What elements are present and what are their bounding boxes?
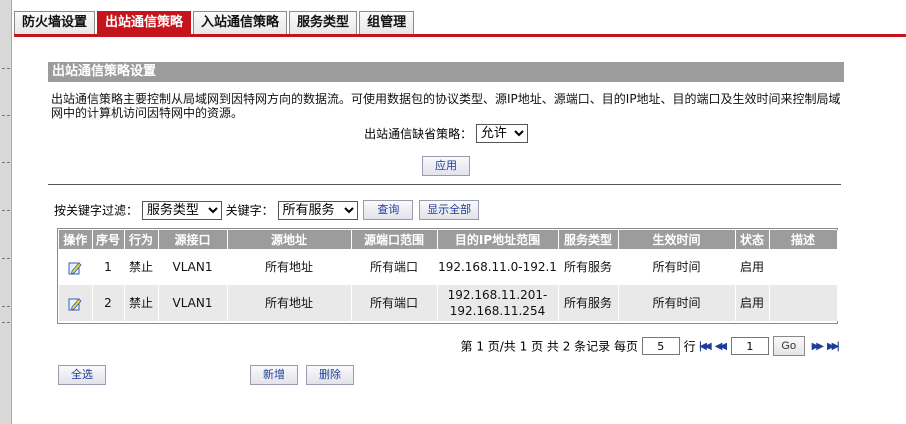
delete-button[interactable]: 删除 <box>306 365 354 385</box>
tab-bar: 防火墙设置 出站通信策略 入站通信策略 服务类型 组管理 <box>14 11 416 35</box>
policy-table: 操作 序号 行为 源接口 源地址 源端口范围 目的IP地址范围 服务类型 生效时… <box>59 230 838 321</box>
first-page-icon[interactable]: |◀◀ <box>699 341 712 352</box>
tab-underline <box>14 34 906 37</box>
tab-inbound-policy[interactable]: 入站通信策略 <box>193 11 288 34</box>
operation-cell <box>59 285 93 321</box>
table-header-row: 操作 序号 行为 源接口 源地址 源端口范围 目的IP地址范围 服务类型 生效时… <box>59 230 838 249</box>
frame-divider <box>2 162 10 163</box>
col-header-index: 序号 <box>92 230 125 249</box>
frame-divider <box>2 258 10 259</box>
add-button[interactable]: 新增 <box>250 365 298 385</box>
index-cell: 1 <box>92 249 125 285</box>
source-port-cell: 所有端口 <box>351 249 438 285</box>
left-frame-strip <box>0 0 12 424</box>
dest-ip-cell: 192.168.11.201- 192.168.11.254 <box>437 285 559 321</box>
description-cell <box>769 285 838 321</box>
default-policy-row: 出站通信缺省策略： 允许 <box>48 124 844 143</box>
section-description: 出站通信策略主要控制从局域网到因特网方向的数据流。可使用数据包的协议类型、源IP… <box>51 92 841 120</box>
frame-divider <box>2 322 10 323</box>
keyword-label: 关键字： <box>225 203 274 218</box>
edit-icon[interactable] <box>68 261 82 275</box>
action-cell: 禁止 <box>124 249 159 285</box>
edit-icon[interactable] <box>68 297 82 311</box>
col-header-status: 状态 <box>735 230 770 249</box>
tab-outbound-policy[interactable]: 出站通信策略 <box>97 11 192 35</box>
service-type-cell: 所有服务 <box>558 249 619 285</box>
section-title: 出站通信策略设置 <box>48 62 844 82</box>
frame-divider <box>2 115 10 116</box>
col-header-source-address: 源地址 <box>227 230 352 249</box>
service-type-cell: 所有服务 <box>558 285 619 321</box>
schedule-cell: 所有时间 <box>618 285 736 321</box>
filter-label: 按关键字过滤： <box>54 203 139 218</box>
col-header-operation: 操作 <box>59 230 93 249</box>
table-row: 1 禁止 VLAN1 所有地址 所有端口 192.168.11.0-192.1 … <box>59 249 838 285</box>
show-all-button[interactable]: 显示全部 <box>419 200 480 220</box>
frame-divider <box>2 306 10 307</box>
table-row: 2 禁止 VLAN1 所有地址 所有端口 192.168.11.201- 192… <box>59 285 838 321</box>
pagination-bar: 第 1 页/共 1 页 共 2 条记录 每页 行|◀◀◀◀ Go ▶▶▶▶| <box>460 336 840 356</box>
col-header-source-port: 源端口范围 <box>351 230 438 249</box>
source-port-cell: 所有端口 <box>351 285 438 321</box>
col-header-dest-ip: 目的IP地址范围 <box>437 230 559 249</box>
prev-page-icon[interactable]: ◀◀ <box>715 341 728 352</box>
apply-button[interactable]: 应用 <box>422 156 470 176</box>
per-page-unit: 行 <box>683 339 696 354</box>
col-header-description: 描述 <box>769 230 838 249</box>
main-content: 出站通信策略设置 出站通信策略主要控制从局域网到因特网方向的数据流。可使用数据包… <box>48 62 844 385</box>
keyword-select[interactable]: 所有服务 <box>277 200 358 220</box>
operation-cell <box>59 249 93 285</box>
frame-divider <box>2 210 10 211</box>
per-page-input[interactable] <box>641 337 680 355</box>
schedule-cell: 所有时间 <box>618 249 736 285</box>
filter-type-select[interactable]: 服务类型 <box>141 200 222 220</box>
frame-divider <box>2 68 10 69</box>
col-header-schedule: 生效时间 <box>618 230 736 249</box>
index-cell: 2 <box>92 285 125 321</box>
apply-row: 应用 <box>48 156 844 176</box>
dest-ip-cell: 192.168.11.0-192.1 <box>437 249 559 285</box>
page-number-input[interactable] <box>730 337 769 355</box>
tab-group-management[interactable]: 组管理 <box>359 11 415 34</box>
go-button[interactable]: Go <box>772 336 805 356</box>
pagination-summary: 第 1 页/共 1 页 共 2 条记录 每页 <box>460 339 638 354</box>
tab-firewall-settings[interactable]: 防火墙设置 <box>14 11 96 34</box>
col-header-service-type: 服务类型 <box>558 230 619 249</box>
source-interface-cell: VLAN1 <box>158 249 228 285</box>
action-cell: 禁止 <box>124 285 159 321</box>
col-header-source-interface: 源接口 <box>158 230 228 249</box>
default-policy-label: 出站通信缺省策略： <box>364 127 473 141</box>
col-header-action: 行为 <box>124 230 159 249</box>
tab-service-types[interactable]: 服务类型 <box>289 11 358 34</box>
filter-bar: 按关键字过滤： 服务类型 关键字： 所有服务 查询 显示全部 <box>54 200 844 220</box>
source-address-cell: 所有地址 <box>227 249 352 285</box>
next-page-icon[interactable]: ▶▶ <box>812 341 825 352</box>
description-cell <box>769 249 838 285</box>
source-address-cell: 所有地址 <box>227 285 352 321</box>
status-cell: 启用 <box>735 249 770 285</box>
default-policy-select[interactable]: 允许 <box>475 124 528 143</box>
divider-line <box>48 184 841 185</box>
policy-table-container: 操作 序号 行为 源接口 源地址 源端口范围 目的IP地址范围 服务类型 生效时… <box>57 228 838 324</box>
query-button[interactable]: 查询 <box>363 200 414 220</box>
last-page-icon[interactable]: ▶▶| <box>827 341 840 352</box>
select-all-button[interactable]: 全选 <box>58 365 106 385</box>
source-interface-cell: VLAN1 <box>158 285 228 321</box>
status-cell: 启用 <box>735 285 770 321</box>
